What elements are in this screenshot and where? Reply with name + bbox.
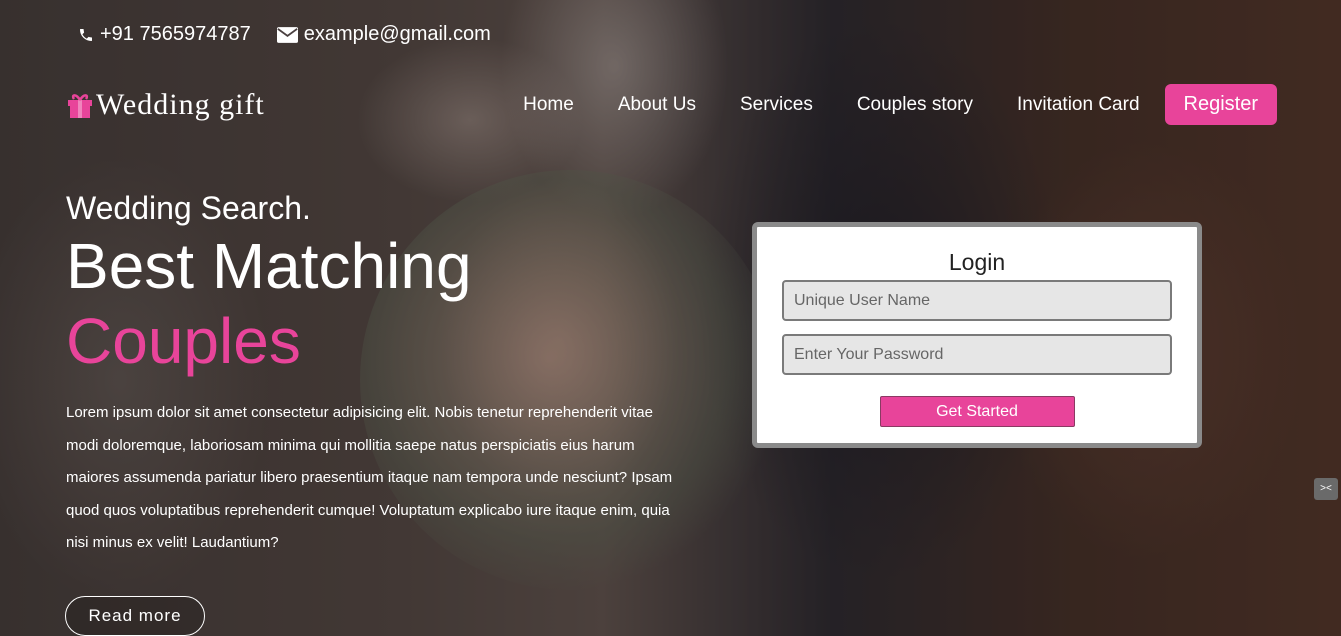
main-nav: Home About Us Services Couples story Inv… [479, 84, 1277, 125]
contact-bar: +91 7565974787 example@gmail.com [78, 23, 491, 46]
brand-logo[interactable]: Wedding gift [66, 88, 265, 122]
hero-title-highlight: Couples [66, 305, 301, 377]
nav-couples-story[interactable]: Couples story [857, 94, 973, 116]
phone-icon [78, 27, 94, 43]
username-input[interactable] [782, 280, 1172, 321]
password-input[interactable] [782, 334, 1172, 375]
hero-description: Lorem ipsum dolor sit amet consectetur a… [66, 404, 673, 551]
phone-number: +91 7565974787 [100, 23, 251, 45]
read-more-button[interactable]: Read more [65, 596, 205, 636]
nav-services[interactable]: Services [740, 94, 813, 116]
phone-contact[interactable]: +91 7565974787 [78, 23, 251, 46]
register-button[interactable]: Register [1164, 84, 1277, 125]
email-address: example@gmail.com [303, 23, 491, 45]
nav-home[interactable]: Home [523, 94, 574, 116]
get-started-button[interactable]: Get Started [879, 396, 1075, 427]
hero-kicker: Wedding Search. [66, 190, 311, 226]
email-contact[interactable]: example@gmail.com [276, 23, 491, 46]
envelope-icon [276, 26, 298, 43]
brand-name: Wedding gift [96, 88, 265, 121]
hero-section: Wedding Search. Best Matching Couples Lo… [66, 190, 676, 560]
login-form: Login Get Started [752, 222, 1202, 448]
hero-title: Best Matching [66, 230, 472, 302]
nav-invitation-card[interactable]: Invitation Card [1017, 94, 1140, 116]
login-title: Login [948, 249, 1006, 275]
nav-about-us[interactable]: About Us [618, 94, 696, 116]
collapse-side-tab[interactable]: >< [1314, 478, 1338, 500]
gift-icon [66, 92, 94, 118]
